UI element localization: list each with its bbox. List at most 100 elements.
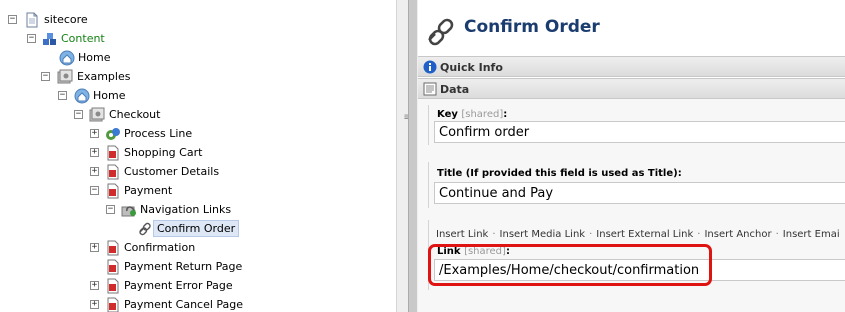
tree-item-label: Payment: [124, 184, 173, 197]
home-icon: [74, 88, 90, 104]
folder-gear-icon: [57, 69, 73, 84]
process-icon: [106, 128, 120, 140]
insert-email-button[interactable]: Insert Emai: [783, 229, 840, 240]
tree-item-process-line[interactable]: + Process Line: [0, 125, 396, 143]
tree-item-navigation-links[interactable]: − Navigation Links: [0, 201, 396, 219]
toolbar-separator: ·: [697, 229, 701, 240]
toolbar-separator: ·: [492, 229, 496, 240]
collapse-toggle[interactable]: −: [41, 72, 50, 81]
link-field-label: Link [shared]:: [437, 246, 510, 257]
tree-item-label: Payment Return Page: [124, 260, 243, 273]
expand-toggle[interactable]: +: [90, 148, 99, 157]
tree-item-label: Payment Error Page: [124, 279, 233, 292]
page-title: Confirm Order: [464, 17, 600, 37]
page-red-icon: [107, 278, 119, 294]
field-label-suffix: :: [503, 109, 508, 120]
collapse-toggle[interactable]: −: [27, 34, 36, 43]
insert-media-link-button[interactable]: Insert Media Link: [500, 229, 586, 240]
tree-item-payment[interactable]: − Payment: [0, 182, 396, 200]
tree-item-label: Home: [93, 89, 126, 102]
shared-marker: [shared]: [464, 246, 506, 257]
insert-link-button[interactable]: Insert Link: [436, 229, 488, 240]
key-field[interactable]: Confirm order: [434, 121, 845, 143]
page-red-icon: [107, 183, 119, 199]
expand-toggle[interactable]: +: [90, 243, 99, 252]
tree-item-examples-home[interactable]: − Home: [0, 87, 396, 105]
expand-toggle[interactable]: +: [90, 129, 99, 138]
insert-anchor-button[interactable]: Insert Anchor: [704, 229, 771, 240]
links-icon: [121, 206, 136, 217]
toolbar-separator: ·: [775, 229, 779, 240]
page-red-icon: [107, 145, 119, 161]
field-divider: [428, 105, 429, 145]
key-field-value: Confirm order: [439, 125, 530, 140]
document-icon: [26, 12, 38, 28]
expand-toggle[interactable]: +: [90, 281, 99, 290]
collapse-toggle[interactable]: −: [8, 15, 17, 24]
link-field-value: /Examples/Home/checkout/confirmation: [439, 263, 700, 278]
field-divider: [428, 220, 429, 290]
tree-item-label: Process Line: [124, 127, 193, 140]
shared-marker: [shared]: [461, 109, 504, 120]
tree-item-confirmation[interactable]: + Confirmation: [0, 239, 396, 257]
section-title: Data: [440, 83, 470, 96]
tree-item-shopping-cart[interactable]: + Shopping Cart: [0, 144, 396, 162]
editor-frame-border: [408, 0, 417, 312]
collapse-toggle[interactable]: −: [74, 110, 83, 119]
tree-item-payment-error-page[interactable]: + Payment Error Page: [0, 277, 396, 295]
chain-link-icon: [139, 222, 151, 236]
tree-item-label: Checkout: [109, 108, 161, 121]
tree-item-label: Examples: [77, 70, 131, 83]
field-label-text: Link: [437, 246, 461, 257]
tree-item-label: Content: [61, 32, 105, 45]
expand-toggle[interactable]: +: [90, 167, 99, 176]
key-field-label: Key [shared]:: [437, 109, 507, 120]
folder-gear-icon: [89, 107, 105, 122]
collapse-toggle[interactable]: −: [90, 186, 99, 195]
tree-item-label: Navigation Links: [140, 203, 232, 216]
title-field-label: Title (If provided this field is used as…: [437, 168, 682, 179]
home-icon: [59, 50, 75, 66]
tree-item-customer-details[interactable]: + Customer Details: [0, 163, 396, 181]
tree-item-label: sitecore: [44, 13, 88, 26]
collapse-toggle[interactable]: −: [106, 205, 115, 214]
page-red-icon: [107, 240, 119, 256]
page-red-icon: [107, 297, 119, 312]
tree-item-examples[interactable]: − Examples: [0, 68, 396, 86]
editor-header: Confirm Order: [418, 0, 845, 56]
tree-item-label: Confirmation: [124, 241, 196, 254]
link-field[interactable]: /Examples/Home/checkout/confirmation: [434, 259, 845, 281]
tree-item-sitecore[interactable]: − sitecore: [0, 11, 396, 29]
content-tree: − sitecore − Content Home − Examples − H…: [0, 0, 396, 312]
tree-item-confirm-order[interactable]: Confirm Order: [0, 220, 396, 238]
insert-external-link-button[interactable]: Insert External Link: [596, 229, 693, 240]
tree-item-label: Shopping Cart: [124, 146, 203, 159]
tree-item-label: Home: [78, 51, 111, 64]
tree-item-label: Confirm Order: [153, 220, 240, 237]
expand-toggle[interactable]: +: [90, 300, 99, 309]
tree-item-label: Customer Details: [124, 165, 220, 178]
field-label-suffix: :: [505, 246, 510, 257]
chain-link-icon: [428, 18, 454, 46]
tree-item-payment-return-page[interactable]: Payment Return Page: [0, 258, 396, 276]
field-divider: [428, 162, 429, 208]
tree-item-content[interactable]: − Content: [0, 30, 396, 48]
tree-item-payment-cancel-page[interactable]: + Payment Cancel Page: [0, 296, 396, 312]
field-label-text: Key: [437, 109, 458, 120]
collapse-toggle[interactable]: −: [58, 91, 67, 100]
title-field-value: Continue and Pay: [439, 186, 554, 201]
info-icon: [423, 60, 437, 74]
page-red-icon: [107, 259, 119, 275]
data-page-icon: [423, 82, 437, 96]
title-field[interactable]: Continue and Pay: [434, 182, 845, 204]
tree-item-home[interactable]: Home: [0, 49, 396, 67]
tree-item-checkout[interactable]: − Checkout: [0, 106, 396, 124]
tree-item-label: Payment Cancel Page: [124, 298, 244, 311]
section-quick-info[interactable]: Quick Info: [418, 56, 845, 77]
content-cubes-icon: [43, 33, 56, 45]
page-red-icon: [107, 164, 119, 180]
link-toolbar: Insert Link · Insert Media Link · Insert Ext…: [436, 229, 840, 240]
content-editor: Confirm Order Quick Info Data Key [share…: [418, 0, 845, 312]
section-data[interactable]: Data: [418, 78, 845, 99]
toolbar-separator: ·: [589, 229, 593, 240]
